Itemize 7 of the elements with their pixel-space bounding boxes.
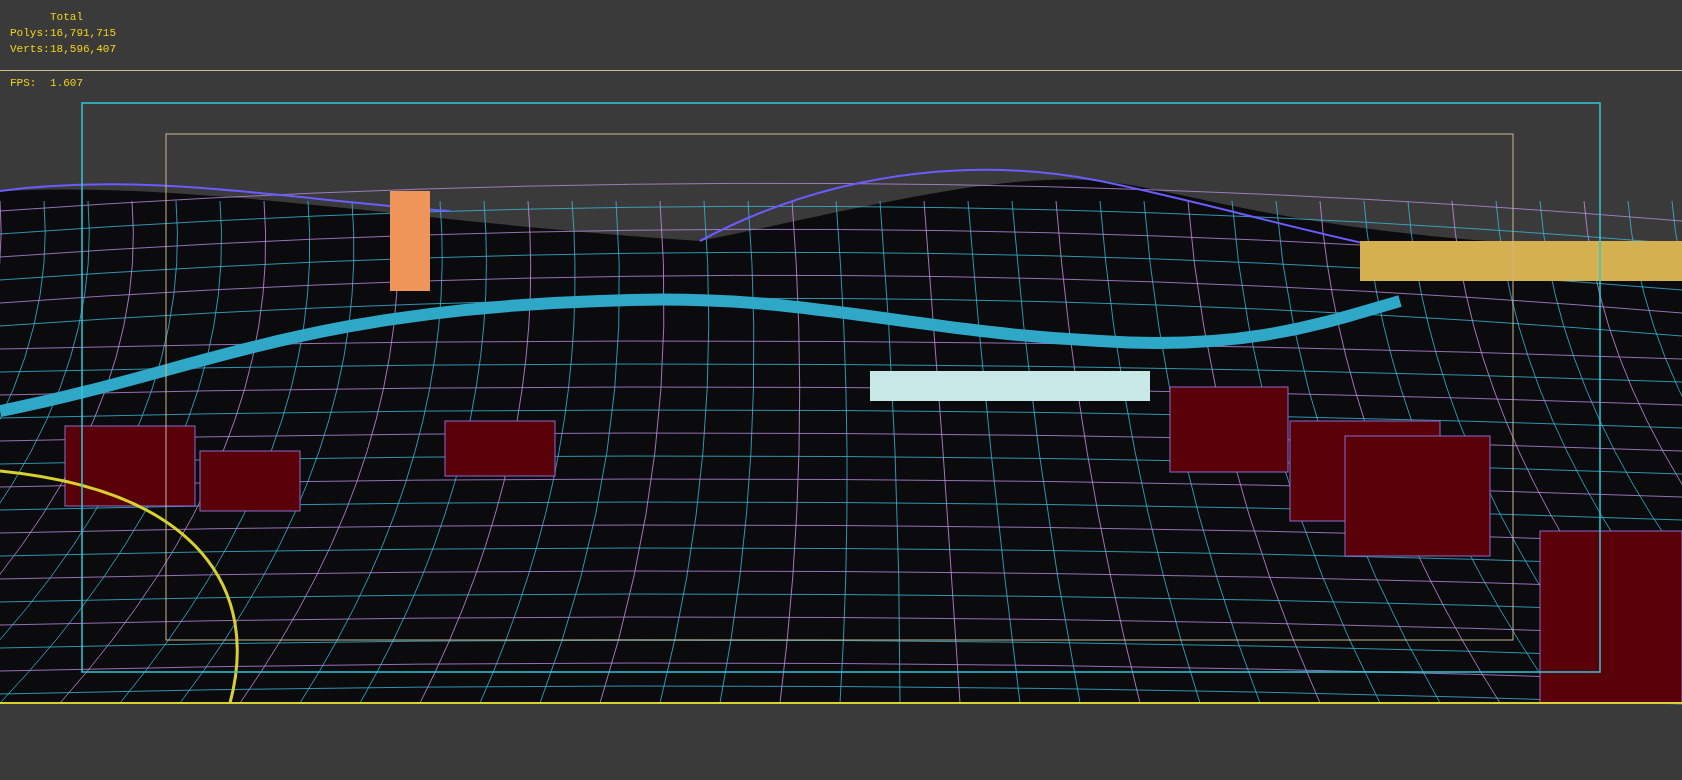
stat-value: 16,791,715 <box>50 27 116 39</box>
stat-label: Polys: <box>10 27 46 39</box>
stats-heading: Total <box>50 11 83 23</box>
fps-label: FPS: <box>10 77 36 89</box>
fps-value: 1.607 <box>50 77 83 89</box>
stat-value: 18,596,407 <box>50 43 116 55</box>
stat-label: Verts: <box>10 43 46 55</box>
